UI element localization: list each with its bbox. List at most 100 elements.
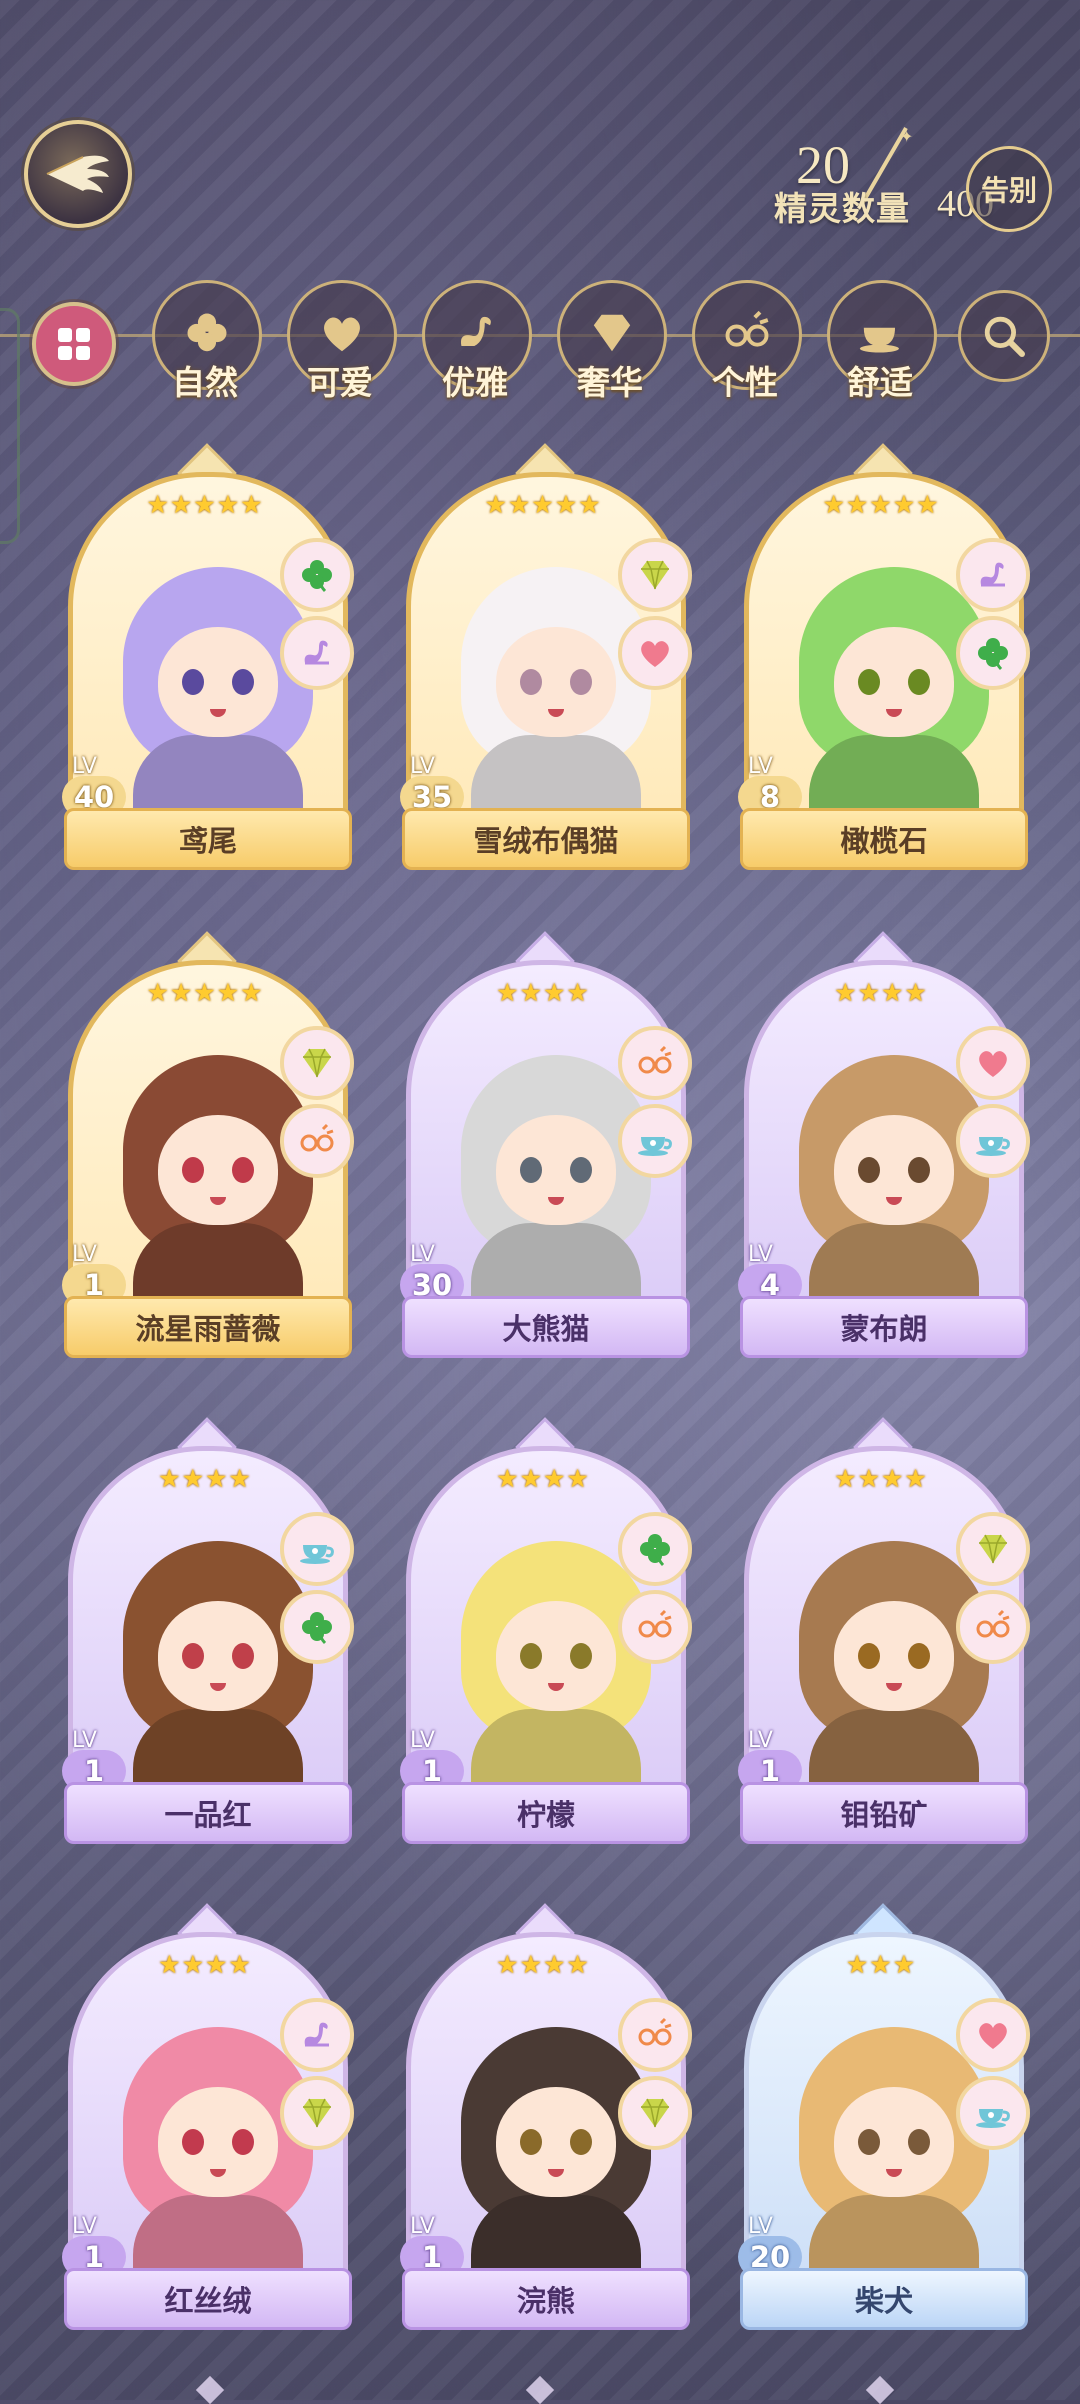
spirit-count-label: 精灵数量 [774,189,910,228]
level-badge: LV 4 [738,1242,812,1306]
clover-icon [280,538,354,612]
filter-glasses[interactable]: 个性 [690,280,802,402]
spirit-name: 一品红 [64,1782,352,1844]
level-badge: LV 20 [738,2214,812,2278]
diamond-icon [618,538,692,612]
farewell-button[interactable]: 告别 [966,146,1052,232]
spirit-name: 鸢尾 [64,808,352,870]
spirit-card[interactable]: ★★★★ LV 1 一品红 [60,1414,354,1844]
filter-label: 自然 [172,363,238,402]
spirit-name: 浣熊 [402,2268,690,2330]
side-tab[interactable] [0,308,20,544]
rarity-stars: ★★★★ [496,1950,590,1979]
spirit-card[interactable]: ★★★★★ LV 40 鸢尾 [60,440,354,870]
level-badge: LV 40 [62,754,136,818]
level-badge: LV 1 [62,1728,136,1792]
spirit-name: 蒙布朗 [740,1296,1028,1358]
spirit-card[interactable]: ★★★★★ LV 35 雪绒布偶猫 [398,440,692,870]
spirit-card[interactable]: ★★★★ LV 1 浣熊 [398,1900,692,2330]
swan-icon [280,1998,354,2072]
level-badge: LV 35 [400,754,474,818]
teacup-icon [618,1104,692,1178]
swan-icon [451,307,503,363]
teacup-icon [856,307,908,363]
rarity-stars: ★★★★★ [146,978,264,1007]
level-badge: LV 30 [400,1242,474,1306]
spirit-name: 流星雨蔷薇 [64,1296,352,1358]
level-badge: LV 1 [400,1728,474,1792]
back-wing-icon [46,155,109,193]
level-badge: LV 1 [62,1242,136,1306]
diamond-icon [956,1512,1030,1586]
rarity-stars: ★★★★ [496,1464,590,1493]
diamond-icon [280,1026,354,1100]
glasses-icon [280,1104,354,1178]
heart-icon [618,616,692,690]
spirit-card[interactable]: ★★★★ LV 4 蒙布朗 [736,928,1030,1358]
heart-icon [316,307,368,363]
level-badge: LV 1 [62,2214,136,2278]
glasses-icon [721,307,773,363]
rarity-stars: ★★★★★ [484,490,602,519]
glasses-icon [956,1590,1030,1664]
spirit-card[interactable]: ★★★★★ LV 1 流星雨蔷薇 [60,928,354,1358]
spirit-name: 柴犬 [740,2268,1028,2330]
rarity-stars: ★★★★ [158,1464,252,1493]
spirit-card[interactable]: ★★★★ LV 30 大熊猫 [398,928,692,1358]
filter-swan[interactable]: 优雅 [420,280,532,402]
swan-icon [280,616,354,690]
filter-teacup[interactable]: 舒适 [825,280,937,402]
rarity-stars: ★★★★ [834,1464,928,1493]
filter-label: 舒适 [847,363,913,402]
rarity-stars: ★★★★ [834,978,928,1007]
clover-icon [956,616,1030,690]
filter-row: 自然 可爱 优雅 奢华 个性 舒适 [0,280,1080,544]
glasses-icon [618,1998,692,2072]
teacup-icon [280,1512,354,1586]
grid-icon [58,328,90,360]
spirit-card[interactable]: ★★★ LV 20 柴犬 [736,1900,1030,2330]
clover-icon [280,1590,354,1664]
filter-heart[interactable]: 可爱 [285,280,397,402]
spirit-card[interactable]: ★★★★ LV 1 红丝绒 [60,1900,354,2330]
clover-icon [181,307,233,363]
glasses-icon [618,1026,692,1100]
rarity-stars: ★★★★★ [146,490,264,519]
spirit-name: 大熊猫 [402,1296,690,1358]
filter-diamond[interactable]: 奢华 [555,280,667,402]
rarity-stars: ★★★★★ [822,490,940,519]
back-button[interactable] [24,120,132,228]
filter-label: 奢华 [577,363,643,402]
level-badge: LV 1 [400,2214,474,2278]
filter-clover[interactable]: 自然 [150,280,262,402]
spirit-name: 雪绒布偶猫 [402,808,690,870]
diamond-icon [618,2076,692,2150]
spirit-name: 钼铅矿 [740,1782,1028,1844]
teacup-icon [956,1104,1030,1178]
svg-text:✦: ✦ [900,127,913,146]
spirit-name: 红丝绒 [64,2268,352,2330]
spirit-name: 柠檬 [402,1782,690,1844]
glasses-icon [618,1590,692,1664]
search-icon [984,316,1025,357]
rarity-stars: ★★★ [845,1950,917,1979]
rarity-stars: ★★★★ [496,978,590,1007]
level-badge: LV 8 [738,754,812,818]
diamond-icon [280,2076,354,2150]
spirit-name: 橄榄石 [740,808,1028,870]
filter-label: 优雅 [442,363,508,402]
clover-icon [618,1512,692,1586]
teacup-icon [956,2076,1030,2150]
diamond-icon [586,307,638,363]
heart-icon [956,1026,1030,1100]
rarity-stars: ★★★★ [158,1950,252,1979]
level-badge: LV 1 [738,1728,812,1792]
filter-all-button[interactable] [32,302,116,386]
spirit-card[interactable]: ★★★★★ LV 8 橄榄石 [736,440,1030,870]
spirit-card[interactable]: ★★★★ LV 1 钼铅矿 [736,1414,1030,1844]
filter-label: 个性 [712,363,778,402]
filter-label: 可爱 [307,363,373,402]
heart-icon [956,1998,1030,2072]
spirit-card[interactable]: ★★★★ LV 1 柠檬 [398,1414,692,1844]
search-button[interactable] [958,290,1050,382]
